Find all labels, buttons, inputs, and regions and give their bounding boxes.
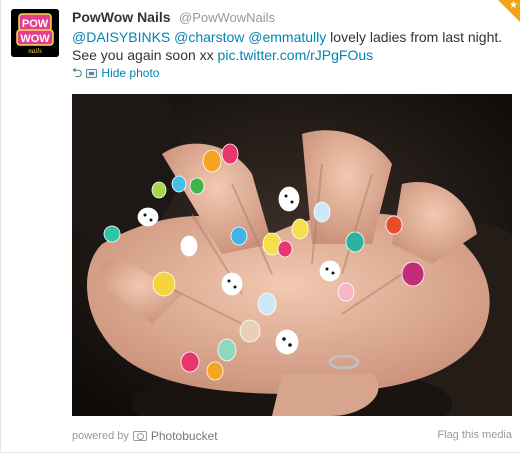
provider-name[interactable]: Photobucket [151, 429, 218, 443]
tweet-photo[interactable] [72, 94, 512, 416]
star-icon: ★ [509, 0, 518, 11]
tweet-text: @DAISYBINKS @charstow @emmatully lovely … [72, 28, 512, 64]
media-footer: powered by Photobucket Flag this media [72, 429, 512, 443]
arrow-back-icon: ⮌ [72, 65, 83, 80]
tweet-link[interactable]: @DAISYBINKS [72, 29, 170, 45]
photo-icon [86, 68, 98, 78]
svg-text:nails: nails [28, 47, 42, 55]
camera-icon [132, 431, 147, 441]
svg-text:POW: POW [22, 18, 49, 30]
powered-by: powered by Photobucket [72, 429, 218, 443]
flag-media-link[interactable]: Flag this media [437, 429, 512, 443]
powered-by-label: powered by [72, 430, 129, 442]
svg-text:WOW: WOW [20, 33, 50, 45]
tweet-link[interactable]: @charstow [174, 29, 244, 45]
nails-photo [72, 94, 512, 416]
tweet: ★ POW WOW nails PowWow Nails @PowWowNail… [0, 0, 520, 453]
tweet-header: PowWow Nails @PowWowNails [72, 9, 275, 27]
avatar-logo: POW WOW nails [11, 9, 59, 57]
hide-photo-label: Hide photo [101, 66, 160, 80]
tweet-link[interactable]: @emmatully [248, 29, 326, 45]
fullname[interactable]: PowWow Nails [72, 9, 171, 25]
hide-photo-link[interactable]: ⮌ Hide photo [72, 66, 159, 80]
username[interactable]: @PowWowNails [179, 10, 275, 25]
favorited-corner-badge: ★ [498, 0, 520, 22]
tweet-link[interactable]: pic.twitter.com/rJPgFOus [218, 47, 374, 63]
avatar[interactable]: POW WOW nails [11, 9, 59, 57]
